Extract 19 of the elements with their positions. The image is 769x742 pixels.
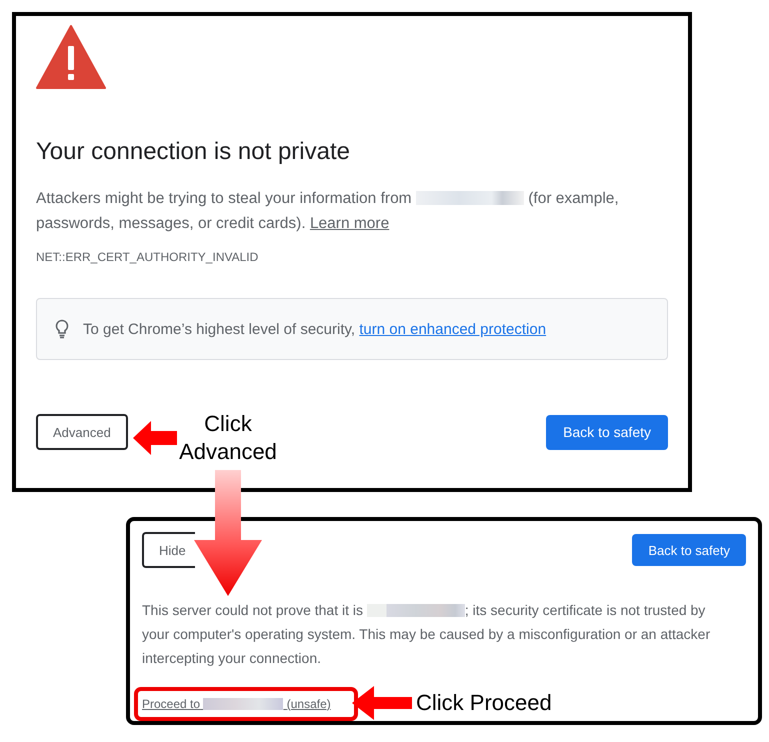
explanation-text: This server could not prove that it is ; its security certificate is not trusted by your computer's operating system. This may be caused by a misconfiguration or an attacker intercepting your connection.	[142, 601, 712, 668]
error-code: NET::ERR_CERT_AUTHORITY_INVALID	[36, 250, 260, 264]
lightbulb-icon	[55, 319, 69, 339]
enhanced-protection-link[interactable]: turn on enhanced protection	[359, 320, 546, 338]
back-to-safety-button[interactable]: Back to safety	[632, 534, 746, 566]
back-to-safety-button[interactable]: Back to safety	[546, 414, 668, 450]
annotation-text: Click Proceed	[416, 689, 552, 717]
annotation-text: Click Advanced	[178, 410, 278, 466]
proceed-link[interactable]: Proceed to (unsafe)	[142, 697, 331, 711]
warning-icon	[36, 24, 106, 90]
page-title: Your connection is not private	[36, 138, 351, 166]
down-arrow-icon	[194, 470, 262, 596]
left-arrow-icon	[133, 421, 177, 455]
description-text: Attackers might be trying to steal your information from (for example, passwords, messages, or credit cards). Learn more	[36, 189, 620, 234]
tip-text: To get Chrome’s highest level of security, turn on enhanced protection	[83, 320, 546, 338]
learn-more-link[interactable]: Learn more	[310, 215, 390, 232]
secondary-button[interactable]: Advanced	[36, 414, 128, 450]
secondary-button[interactable]: Hide	[142, 532, 195, 568]
left-arrow-icon	[352, 686, 412, 720]
